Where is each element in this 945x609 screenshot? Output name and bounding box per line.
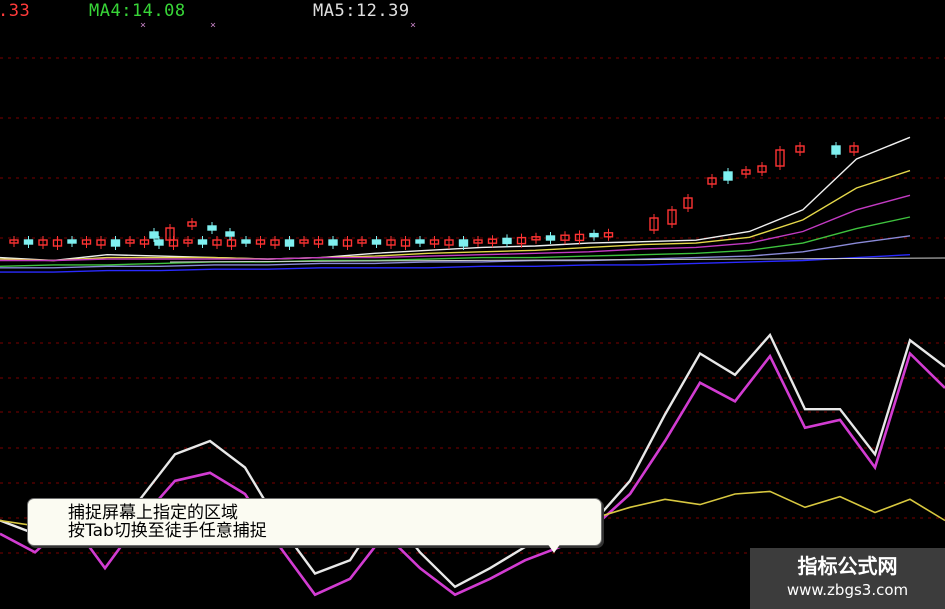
candle-body-57: [225, 231, 235, 237]
watermark-url: www.zbgs3.com: [786, 581, 909, 599]
ma4-value: MA4:14.08: [89, 1, 186, 21]
ma-line-2: [0, 194, 911, 262]
ma-legend-header: .33 MA4:14.08 MA5:12.39: [0, 0, 945, 22]
candle-body-19: [284, 239, 295, 247]
candle-body-1: [23, 239, 34, 245]
candle-body-7: [110, 239, 121, 247]
candle-body-37: [545, 235, 556, 241]
tooltip-tail: [545, 540, 563, 553]
moving-average-lines: [0, 136, 945, 273]
candle-body-34: [502, 237, 512, 245]
ma-line-0: [0, 136, 911, 262]
tooltip-line-1: 捕捉屏幕上指定的区域: [68, 503, 238, 523]
candlesticks: × × ×: [9, 20, 859, 250]
candle-body-51: [831, 145, 841, 155]
tooltip-line-2: 按Tab切换至徒手任意捕捉: [68, 521, 267, 541]
ma5-value: MA5:12.39: [313, 1, 410, 21]
ma-line-4: [0, 235, 911, 269]
candle-body-40: [589, 232, 599, 238]
site-watermark: 指标公式网 www.zbgs3.com: [750, 548, 945, 609]
grid-lines: [0, 57, 945, 554]
candle-body-16: [241, 239, 251, 244]
stock-chart-screen: × × × .33 MA4:14.08 MA5:12.39 捕捉屏幕上指定的区域 按…: [0, 0, 945, 609]
candle-body-56: [207, 225, 217, 231]
candle-body-22: [328, 239, 338, 246]
capture-tooltip: 捕捉屏幕上指定的区域 按Tab切换至徒手任意捕捉: [27, 498, 602, 546]
candle-body-25: [371, 239, 382, 245]
candle-body-46: [723, 171, 733, 181]
watermark-title: 指标公式网: [797, 554, 898, 578]
candle-body-31: [458, 239, 469, 247]
candle-body-4: [67, 239, 77, 244]
ma3-value: .33: [0, 1, 31, 21]
candle-body-10: [154, 239, 164, 246]
candle-body-28: [415, 239, 425, 244]
candle-body-13: [197, 239, 208, 245]
candle-body-54: [149, 231, 159, 239]
